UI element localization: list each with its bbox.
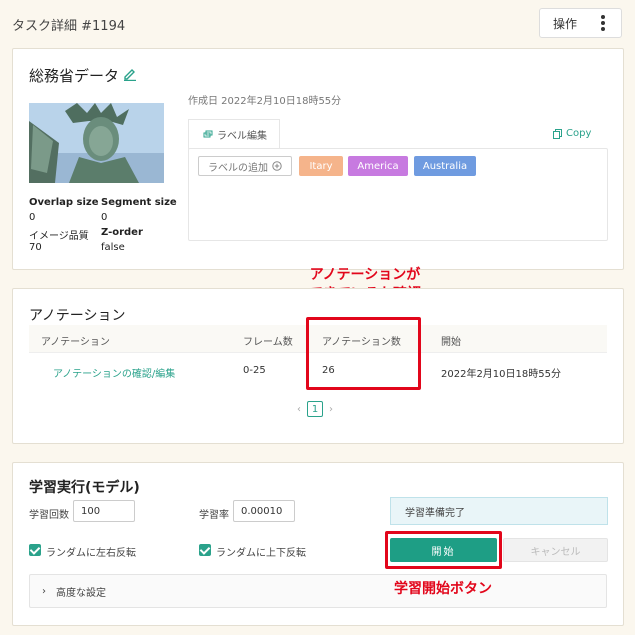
page-title: タスク詳細 #1194	[12, 19, 126, 34]
actions-button[interactable]: 操作	[539, 8, 622, 38]
tag-icon	[203, 130, 213, 137]
add-label-text: ラベルの追加	[208, 162, 268, 174]
created-date: 作成日 2022年2月10日18時55分	[188, 96, 342, 107]
label-chip-australia[interactable]: Australia	[414, 156, 476, 176]
copy-icon	[553, 128, 562, 139]
start-callout: 学習開始ボタン	[394, 581, 492, 597]
actions-label: 操作	[553, 16, 578, 31]
learning-rate-label: 学習率	[199, 510, 229, 521]
start-date-value: 2022年2月10日18時55分	[441, 369, 561, 380]
advanced-settings-toggle[interactable]: › 高度な設定	[29, 574, 607, 608]
image-quality-value: 70	[29, 242, 42, 253]
overlap-size-label: Overlap size	[29, 197, 99, 208]
overlap-size-value: 0	[29, 212, 36, 223]
iterations-label: 学習回数	[29, 510, 69, 521]
task-name: 総務省データ	[29, 67, 120, 85]
flip-vertical-checkbox[interactable]	[199, 544, 211, 556]
kebab-icon	[601, 15, 605, 31]
learning-rate-input[interactable]: 0.00010	[233, 500, 295, 522]
copy-label: Copy	[566, 128, 592, 139]
label-panel: ラベル編集 Copy ラベルの追加 Itary America Australi…	[188, 119, 608, 241]
tab-label-edit-text: ラベル編集	[217, 131, 267, 142]
edit-icon[interactable]	[123, 67, 137, 81]
col-annotation: アノテーション	[41, 337, 110, 348]
z-order-value: false	[101, 242, 125, 253]
annotation-count-highlight	[306, 317, 421, 390]
cancel-training-button[interactable]: キャンセル	[503, 538, 608, 562]
flip-vertical-label: ランダムに上下反転	[216, 548, 306, 559]
label-list: ラベルの追加 Itary America Australia	[188, 148, 608, 241]
task-thumbnail	[29, 103, 164, 183]
segment-size-value: 0	[101, 212, 108, 223]
training-status: 学習準備完了	[390, 497, 608, 525]
z-order-label: Z-order	[101, 227, 143, 238]
advanced-settings-label: 高度な設定	[56, 587, 106, 599]
start-button-highlight	[385, 531, 502, 569]
annotation-edit-link[interactable]: アノテーションの確認/編集	[53, 365, 175, 380]
training-card: 学習実行(モデル) 学習回数 100 学習率 0.00010 学習準備完了 ラン…	[12, 462, 624, 626]
annotation-title: アノテーション	[29, 308, 126, 324]
flip-horizontal-checkbox[interactable]	[29, 544, 41, 556]
copy-link[interactable]: Copy	[553, 128, 591, 139]
col-start: 開始	[441, 337, 461, 348]
page-1-button[interactable]: 1	[307, 401, 323, 417]
plus-circle-icon	[272, 161, 282, 171]
iterations-input[interactable]: 100	[73, 500, 135, 522]
training-title: 学習実行(モデル)	[29, 480, 140, 496]
add-label-button[interactable]: ラベルの追加	[198, 156, 292, 176]
segment-size-label: Segment size	[101, 197, 177, 208]
image-quality-label: イメージ品質	[29, 231, 89, 242]
next-page-button[interactable]: ›	[329, 404, 333, 415]
flip-horizontal-label: ランダムに左右反転	[46, 548, 136, 559]
label-chip-itary[interactable]: Itary	[299, 156, 343, 176]
prev-page-button[interactable]: ‹	[297, 404, 301, 415]
task-info-card: 総務省データ 作成日 2022年2月10日18時55分 Overlap size…	[12, 48, 624, 270]
pagination: ‹ 1 ›	[297, 401, 333, 417]
frames-value: 0-25	[243, 365, 266, 376]
chevron-right-icon: ›	[42, 585, 46, 597]
tab-label-edit[interactable]: ラベル編集	[188, 119, 280, 149]
label-chip-america[interactable]: America	[348, 156, 408, 176]
header-bar: タスク詳細 #1194 操作	[0, 0, 635, 44]
col-frames: フレーム数	[243, 337, 293, 348]
